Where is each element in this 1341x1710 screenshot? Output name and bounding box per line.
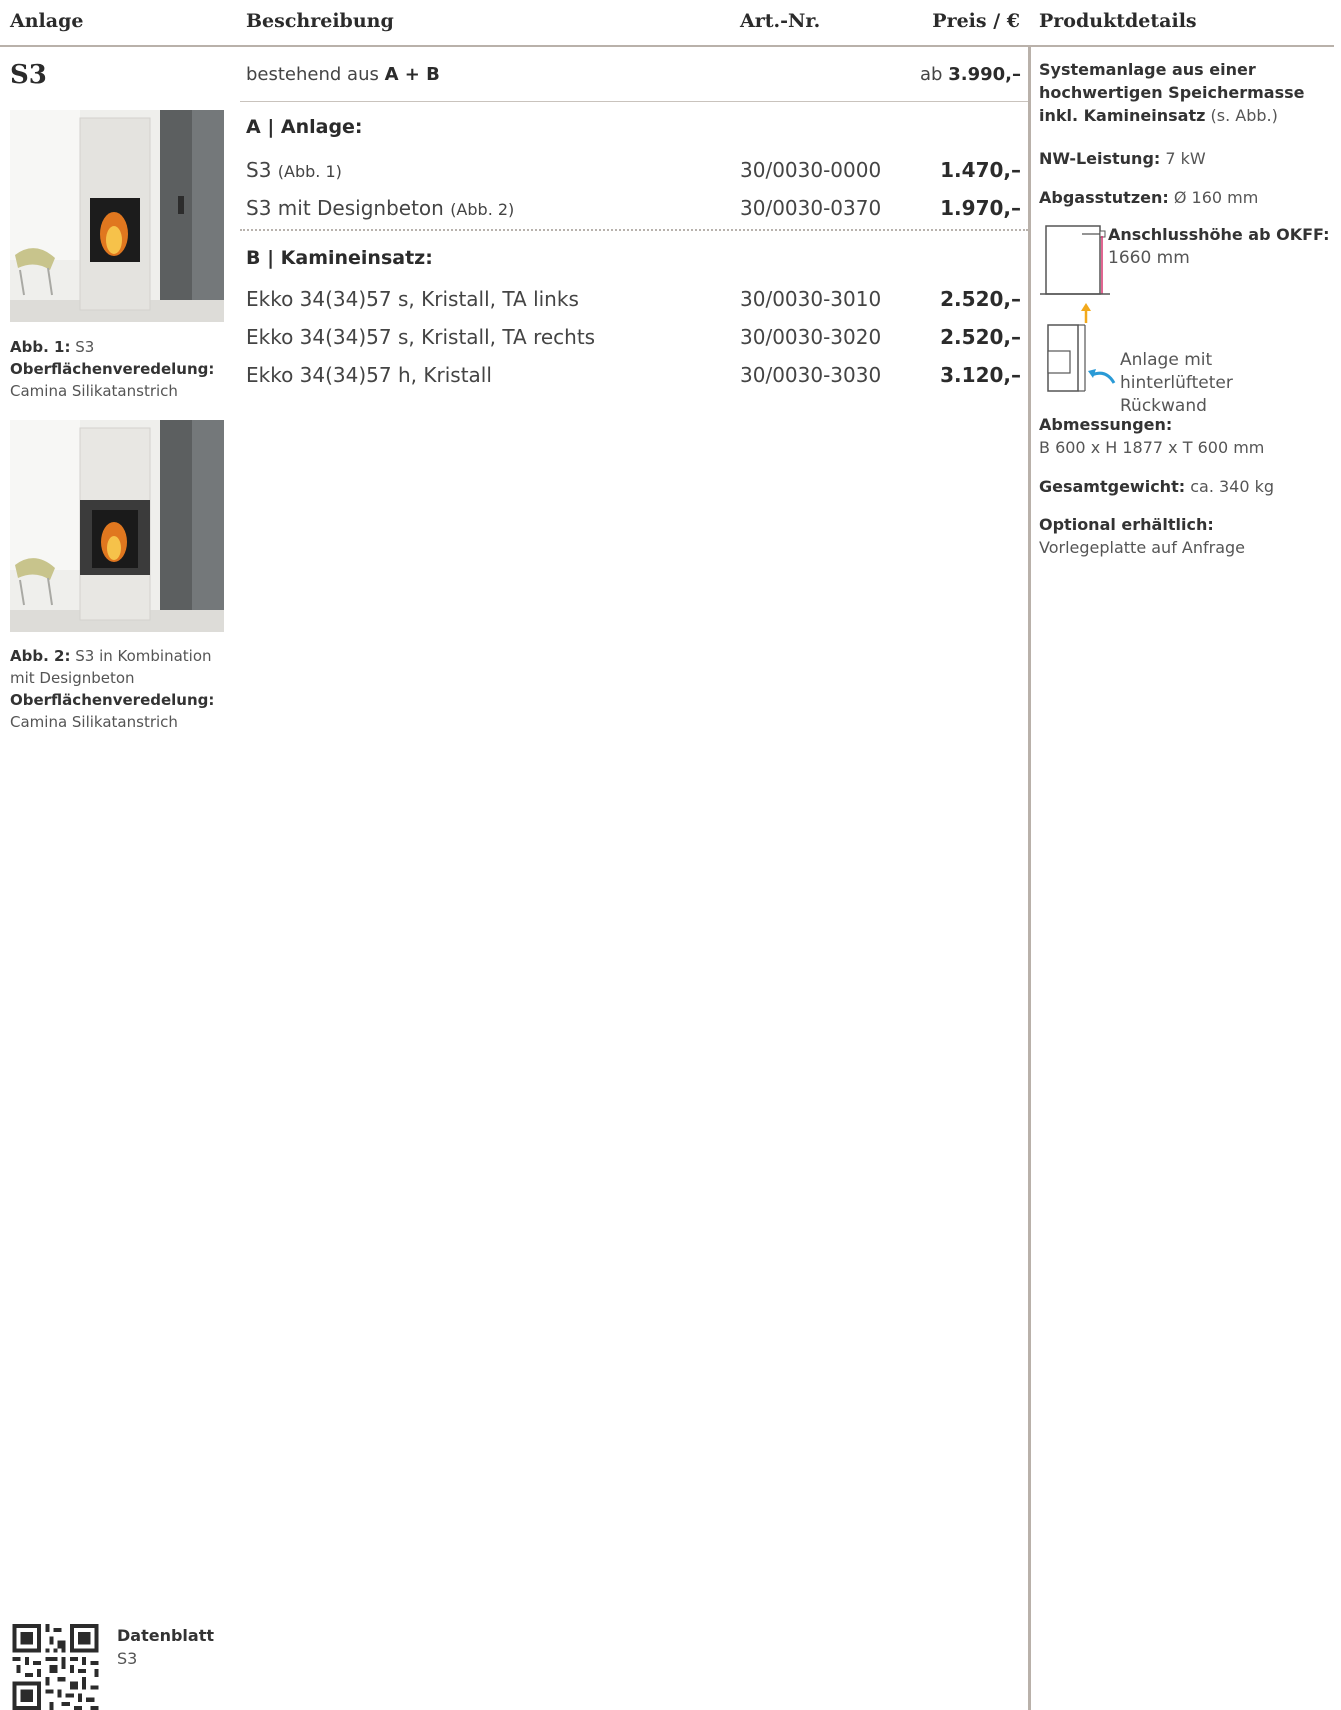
section-a-title: A | Anlage: (246, 116, 363, 138)
abm-value: B 600 x H 1877 x T 600 mm (1039, 438, 1265, 457)
product-composition: bestehend aus A + B (246, 64, 440, 85)
rear-ventilation-diagram-icon (1047, 303, 1116, 392)
item-name: S3 (246, 158, 272, 182)
abm-label: Abmessungen: (1039, 415, 1173, 434)
list-item: S3 mit Designbeton (Abb. 2) (246, 196, 514, 220)
price-prefix: ab (920, 64, 943, 85)
item-artnr: 30/0030-0000 (740, 158, 882, 182)
row-divider (240, 101, 1028, 102)
item-artnr: 30/0030-3010 (740, 287, 882, 311)
composition-prefix: bestehend aus (246, 64, 379, 85)
caption-surface: Camina Silikatanstrich (10, 713, 178, 731)
surface-label: Oberflächenveredelung: (10, 360, 215, 378)
optional-label: Optional erhältlich: (1039, 515, 1214, 534)
product-total-price: ab 3.990,– (920, 64, 1021, 85)
gewicht-value: ca. 340 kg (1190, 477, 1275, 496)
connection-height-diagram-icon (1040, 225, 1110, 295)
photo-2-caption: Abb. 2: S3 in Kombination mit Designbeto… (10, 645, 230, 733)
item-name: S3 mit Designbeton (246, 196, 444, 220)
gewicht-label: Gesamtgewicht: (1039, 477, 1186, 496)
optional-label-line: Optional erhältlich: (1039, 513, 1334, 536)
caption-surface-label: Oberflächenveredelung: (10, 689, 230, 711)
optional-value: Vorlegeplatte auf Anfrage (1039, 538, 1246, 557)
item-price: 1.470,– (940, 158, 1021, 182)
list-item: Ekko 34(34)57 s, Kristall, TA links (246, 287, 579, 311)
item-note: (Abb. 1) (277, 162, 342, 181)
col-header-produktdetails: Produktdetails (1039, 10, 1197, 32)
qr-code-icon[interactable] (10, 1624, 101, 1710)
caption-line: Abb. 2: S3 in Kombination mit Designbeto… (10, 645, 230, 689)
detail-anschlusshoehe: Anschlusshöhe ab OKFF: (1108, 223, 1336, 246)
system-reference: (s. Abb.) (1210, 106, 1278, 125)
product-photo-1 (10, 110, 224, 322)
photo-1-caption: Abb. 1: S3 Oberflächenveredelung: Camina… (10, 336, 230, 402)
caption-label: Abb. 2: (10, 647, 71, 665)
caption-surface: Camina Silikatanstrich (10, 382, 178, 400)
item-artnr: 30/0030-3030 (740, 363, 882, 387)
fireplace-image (10, 110, 224, 322)
product-name: S3 (10, 60, 47, 90)
anschluss-value: 1660 mm (1108, 248, 1190, 268)
list-item: Ekko 34(34)57 h, Kristall (246, 363, 492, 387)
item-price: 2.520,– (940, 325, 1021, 349)
detail-optional: Optional erhältlich: Vorlegeplatte auf A… (1039, 513, 1334, 559)
datenblatt-subtitle: S3 (117, 1649, 138, 1668)
nw-label: NW-Leistung: (1039, 149, 1161, 168)
section-b-title: B | Kamineinsatz: (246, 247, 433, 269)
detail-system: Systemanlage aus einer hochwertigen Spei… (1039, 58, 1334, 127)
list-item: S3 (Abb. 1) (246, 158, 342, 182)
item-artnr: 30/0030-0370 (740, 196, 882, 220)
item-price: 1.970,– (940, 196, 1021, 220)
caption-surface-label: Oberflächenveredelung: (10, 358, 230, 380)
detail-abgasstutzen: Abgasstutzen: Ø 160 mm (1039, 186, 1334, 209)
composition-parts: A + B (384, 64, 440, 85)
detail-nw-leistung: NW-Leistung: 7 kW (1039, 147, 1334, 170)
surface-label: Oberflächenveredelung: (10, 691, 215, 709)
col-header-artnr: Art.-Nr. (740, 10, 821, 32)
detail-rueckwand: Anlage mit hinterlüfteter Rückwand (1120, 350, 1233, 416)
abgas-label: Abgasstutzen: (1039, 188, 1169, 207)
item-price: 3.120,– (940, 363, 1021, 387)
col-header-anlage: Anlage (10, 10, 84, 32)
detail-gesamtgewicht: Gesamtgewicht: ca. 340 kg (1039, 475, 1334, 498)
details-column-divider (1028, 47, 1031, 1710)
item-artnr: 30/0030-3020 (740, 325, 882, 349)
abm-label-line: Abmessungen: (1039, 413, 1334, 436)
abgas-value: Ø 160 mm (1173, 188, 1259, 207)
detail-abmessungen: Abmessungen: B 600 x H 1877 x T 600 mm (1039, 413, 1334, 459)
product-photo-2 (10, 420, 224, 632)
list-item: Ekko 34(34)57 s, Kristall, TA rechts (246, 325, 596, 349)
col-header-preis: Preis / € (932, 10, 1020, 32)
anschluss-label: Anschlusshöhe ab OKFF: (1108, 225, 1330, 244)
col-header-beschreibung: Beschreibung (246, 10, 394, 32)
datenblatt-title: Datenblatt (117, 1626, 214, 1645)
item-note: (Abb. 2) (450, 200, 515, 219)
caption-line: Abb. 1: S3 (10, 336, 230, 358)
fireplace-designbeton-image (10, 420, 224, 632)
item-price: 2.520,– (940, 287, 1021, 311)
caption-label: Abb. 1: (10, 338, 71, 356)
nw-value: 7 kW (1165, 149, 1206, 168)
header-divider (0, 45, 1334, 47)
price-value: 3.990,– (948, 64, 1021, 85)
section-divider (240, 229, 1028, 231)
caption-text: S3 (75, 338, 95, 356)
